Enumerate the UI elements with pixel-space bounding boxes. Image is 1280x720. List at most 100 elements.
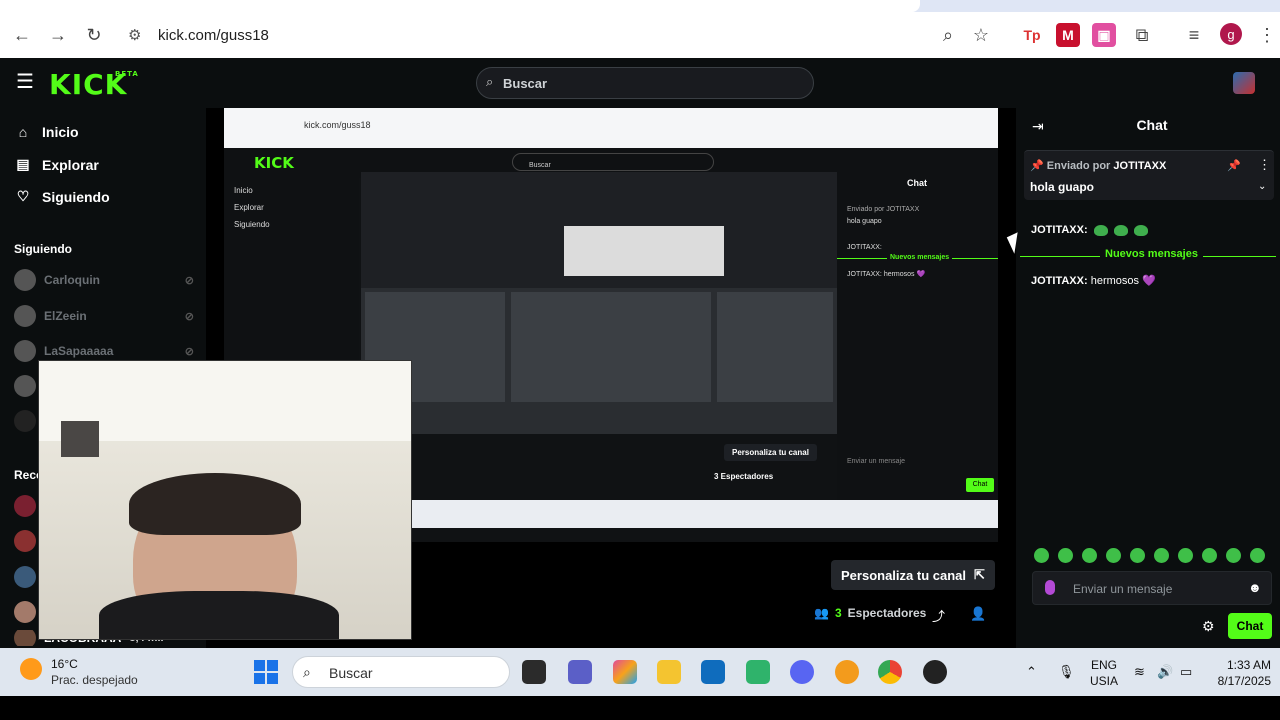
following-channel[interactable]: ElZeein ⊘ xyxy=(14,304,194,328)
sidebar-item-inicio[interactable]: ⌂ Inicio xyxy=(16,124,79,140)
new-messages-label: Nuevos mensajes xyxy=(1100,248,1203,260)
channel-name: LaSapaaaaa xyxy=(44,344,114,358)
chat-input[interactable]: Enviar un mensaje ☻ xyxy=(1032,571,1272,605)
chat-message[interactable]: JOTITAXX: hermosos 💜 xyxy=(1031,274,1156,287)
weather-temperature[interactable]: 16°C xyxy=(51,657,78,671)
webcam-streamer-hair xyxy=(129,473,301,535)
captured-nav-item: Explorar xyxy=(234,203,264,212)
chat-message[interactable]: JOTITAXX: xyxy=(1031,224,1148,236)
store-icon[interactable] xyxy=(701,660,725,684)
chat-send-button[interactable]: Chat xyxy=(1228,613,1272,639)
emote-icon[interactable] xyxy=(1250,548,1265,563)
weather-icon[interactable] xyxy=(20,658,42,680)
emote-icon[interactable] xyxy=(1226,548,1241,563)
system-clock[interactable]: 1:33 AM 8/17/2025 xyxy=(1205,657,1271,689)
pinned-label: 📌 Enviado por JOTITAXX xyxy=(1030,160,1167,172)
task-view-icon[interactable] xyxy=(522,660,546,684)
captured-search: Buscar xyxy=(512,153,714,171)
forward-icon[interactable]: → xyxy=(45,22,71,48)
pinned-text: hola guapo xyxy=(1030,180,1094,194)
pin-icon[interactable]: 📌 xyxy=(1227,159,1241,172)
emote-icon[interactable] xyxy=(1154,548,1169,563)
avatar xyxy=(14,375,36,397)
emote-icon[interactable] xyxy=(1034,548,1049,563)
start-icon[interactable] xyxy=(254,660,278,684)
user-avatar[interactable] xyxy=(1233,72,1255,94)
screen-bottom-edge xyxy=(0,696,1280,720)
captured-browser-bar: kick.com/guss18 xyxy=(224,108,998,148)
captured-chat: Chat Enviado por JOTITAXX hola guapo JOT… xyxy=(837,178,998,508)
emote-icon[interactable] xyxy=(1202,548,1217,563)
pinned-message[interactable]: 📌 Enviado por JOTITAXX hola guapo 📌 ⋮ ⌄ xyxy=(1024,150,1274,200)
site-info-icon[interactable]: ⚙ xyxy=(128,26,141,44)
language-line: USIA xyxy=(1090,674,1119,688)
taskbar-search[interactable]: ⌕ Buscar xyxy=(292,656,510,688)
clock-time: 1:33 AM xyxy=(1226,658,1271,672)
extensions-icon[interactable]: ⧉ xyxy=(1129,22,1155,48)
chat-panel: ⇥ Chat 📌 Enviado por JOTITAXX hola guapo… xyxy=(1016,108,1280,648)
captured-input: Enviar un mensaje xyxy=(847,458,905,465)
spectators-label: Espectadores xyxy=(847,606,927,620)
sidebar-item-explorar[interactable]: ▤ Explorar xyxy=(16,156,98,173)
following-section-title: Siguiendo xyxy=(14,242,72,256)
obs-icon[interactable] xyxy=(923,660,947,684)
hamburger-icon[interactable]: ☰ xyxy=(16,72,38,92)
language-indicator[interactable]: ENG USIA xyxy=(1090,657,1118,689)
share-icon[interactable]: ⤴ xyxy=(932,606,945,625)
microphone-icon[interactable]: 🎙 xyxy=(1058,664,1075,680)
back-icon[interactable]: ← xyxy=(9,22,35,48)
sidebar-item-siguiendo[interactable]: ♡ Siguiendo xyxy=(16,188,110,205)
emote-icon[interactable] xyxy=(1082,548,1097,563)
new-messages-divider[interactable]: Nuevos mensajes xyxy=(1020,248,1276,260)
menu-icon[interactable]: ⋮ xyxy=(1254,22,1280,48)
customize-channel-button[interactable]: Personaliza tu canal ⇱ xyxy=(831,560,995,590)
browser-toolbar: ← → ↻ ⚙ kick.com/guss18 ⌕ ☆ Tp M ▣ ⧉ ≡ g… xyxy=(0,12,1280,58)
wifi-icon[interactable]: ≋ xyxy=(1134,664,1145,680)
user-manage-icon[interactable]: 👤 xyxy=(970,606,986,622)
discord-icon[interactable] xyxy=(790,660,814,684)
volume-icon[interactable]: 🔊 xyxy=(1157,664,1173,680)
reload-icon[interactable]: ↻ xyxy=(81,22,107,48)
chevron-up-icon[interactable]: ⌃ xyxy=(1026,664,1037,680)
teams-icon[interactable] xyxy=(568,660,592,684)
spectators-count: 3 xyxy=(834,606,842,620)
emote-icon[interactable] xyxy=(1178,548,1193,563)
more-options-icon[interactable]: ⋮ xyxy=(1258,157,1271,173)
offline-icon: ⊘ xyxy=(184,345,194,358)
kick-logo[interactable]: KICK BETA xyxy=(49,68,138,101)
profile-avatar[interactable]: g xyxy=(1220,23,1242,45)
emoji-icon[interactable]: ☻ xyxy=(1248,580,1262,595)
m365-icon[interactable] xyxy=(746,660,770,684)
chrome-icon[interactable] xyxy=(878,660,902,684)
copilot-icon[interactable] xyxy=(613,660,637,684)
emote-icon[interactable] xyxy=(1058,548,1073,563)
offline-icon: ⊘ xyxy=(184,274,194,287)
extension-tp-icon[interactable]: Tp xyxy=(1020,23,1044,47)
file-explorer-icon[interactable] xyxy=(657,660,681,684)
extension-pink-icon[interactable]: ▣ xyxy=(1092,23,1116,47)
users-icon: 👥 xyxy=(814,606,829,620)
zoom-icon[interactable]: ⌕ xyxy=(935,22,961,48)
emote-icon xyxy=(1133,224,1148,236)
obs-panel xyxy=(511,292,711,402)
emote-icon[interactable] xyxy=(1106,548,1121,563)
emote-icon[interactable] xyxy=(1130,548,1145,563)
chevron-down-icon[interactable]: ⌄ xyxy=(1258,181,1266,192)
battery-icon[interactable]: ▭ xyxy=(1180,664,1192,680)
avatar xyxy=(14,630,36,646)
offline-icon: ⊘ xyxy=(184,310,194,323)
app-icon[interactable] xyxy=(835,660,859,684)
captured-new-messages-label: Nuevos mensajes xyxy=(887,254,953,261)
following-channel[interactable]: Carloquin ⊘ xyxy=(14,268,194,292)
browser-active-tab[interactable] xyxy=(0,0,920,12)
microphone-icon[interactable] xyxy=(1045,580,1055,595)
media-icon[interactable]: ≡ xyxy=(1181,22,1207,48)
search-input[interactable]: ⌕ Buscar xyxy=(476,67,814,99)
gear-icon[interactable]: ⚙ xyxy=(1202,618,1215,635)
weather-description[interactable]: Prac. despejado xyxy=(51,673,138,687)
bookmark-star-icon[interactable]: ☆ xyxy=(968,22,994,48)
extension-mega-icon[interactable]: M xyxy=(1056,23,1080,47)
pinned-user: JOTITAXX xyxy=(1113,160,1167,172)
url-text[interactable]: kick.com/guss18 xyxy=(158,27,269,44)
address-bar[interactable]: ⚙ kick.com/guss18 xyxy=(120,18,1000,52)
